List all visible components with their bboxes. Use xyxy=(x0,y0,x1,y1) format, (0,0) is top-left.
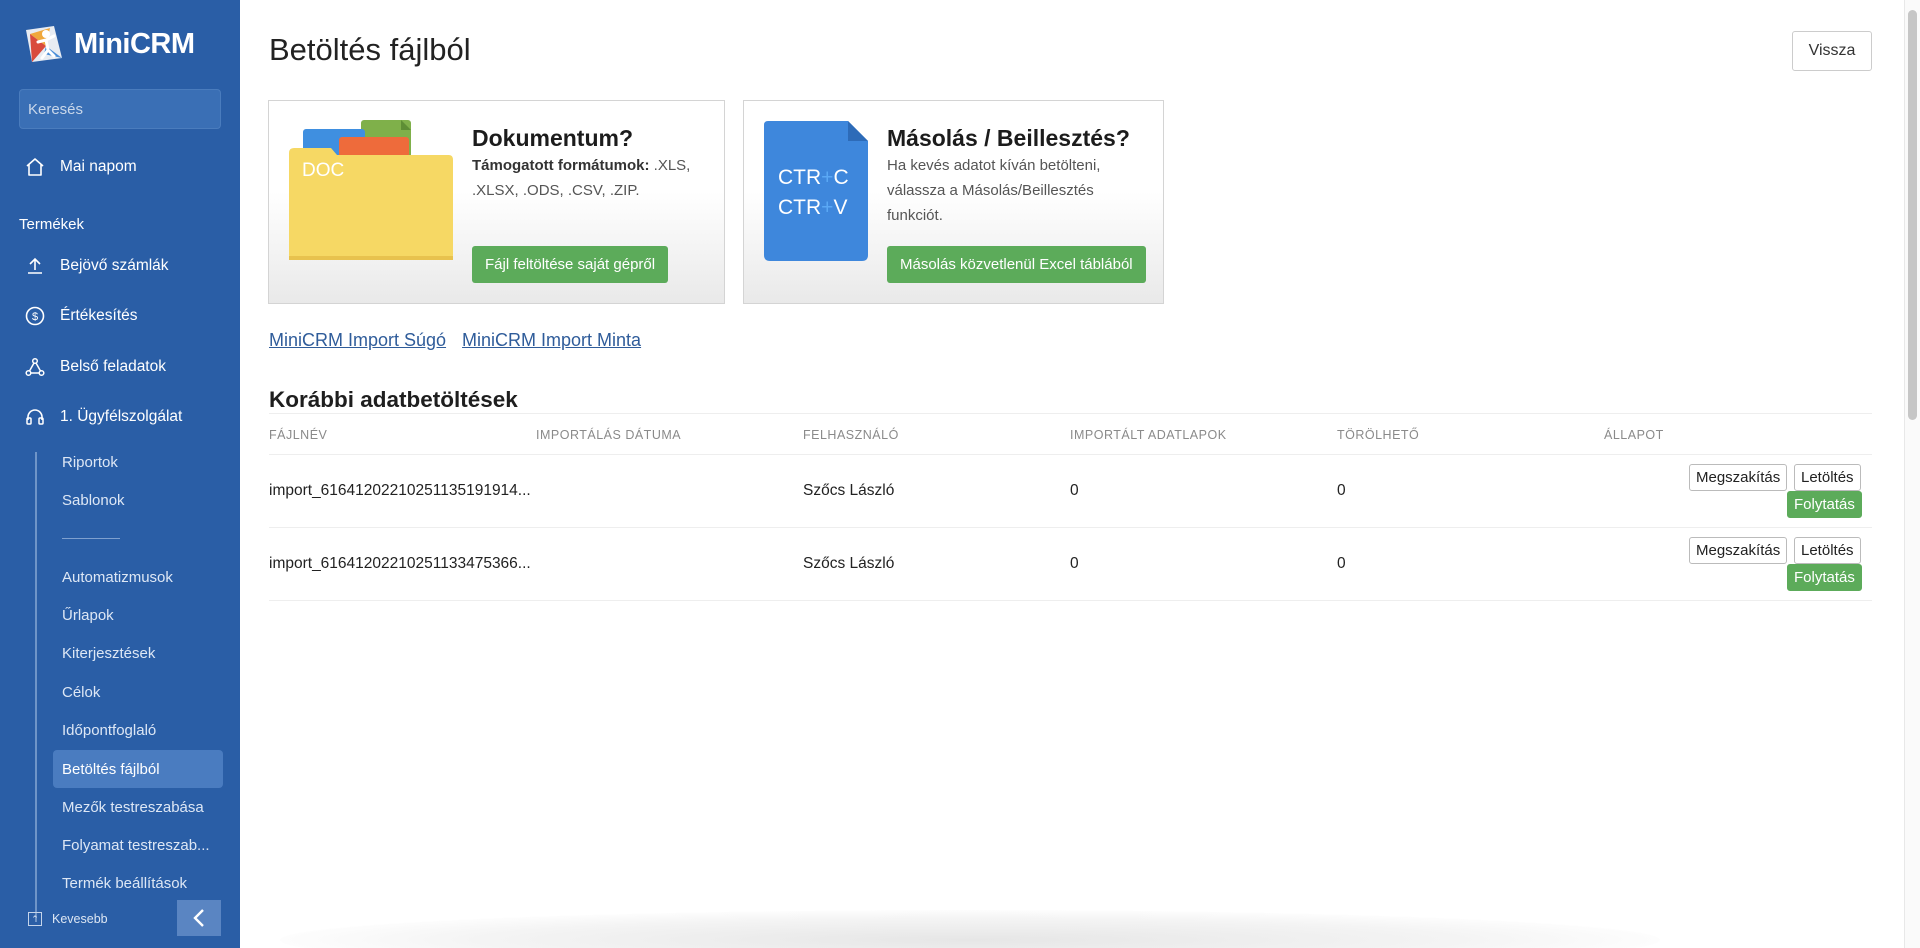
sub-item-kiterjesztesek[interactable]: Kiterjesztések xyxy=(53,634,223,672)
sub-item-urlapok[interactable]: Űrlapok xyxy=(53,596,223,634)
document-upload-card: DOC Dokumentum? Támogatott formátumok: .… xyxy=(268,100,725,304)
sub-item-mezok-testreszabasa[interactable]: Mezők testreszabása xyxy=(53,788,223,826)
sidebar: MiniCRM Mai napom Termékek Bejövő számlá… xyxy=(0,0,240,948)
scrollbar-thumb[interactable] xyxy=(1908,10,1917,420)
show-less-toggle[interactable]: ⌃ Kevesebb xyxy=(28,912,108,926)
collapse-sidebar-button[interactable] xyxy=(177,900,221,936)
logo-text: MiniCRM xyxy=(74,27,195,60)
table-header: FÁJLNÉV IMPORTÁLÁS DÁTUMA FELHASZNÁLÓ IM… xyxy=(269,413,1872,455)
column-header-import-date: IMPORTÁLÁS DÁTUMA xyxy=(536,428,682,442)
dollar-circle-icon: $ xyxy=(25,306,45,326)
ctrl-v-part2: V xyxy=(833,196,847,219)
nav-item-label: Belső feladatok xyxy=(60,358,166,375)
continue-import-button[interactable]: Folytatás xyxy=(1787,564,1862,591)
table-row: import_616412022102511351919​14... Szőcs… xyxy=(269,455,1872,528)
submenu-divider xyxy=(62,538,120,539)
headset-icon xyxy=(26,409,44,425)
cancel-import-button[interactable]: Megszakítás xyxy=(1689,464,1788,491)
column-header-imported-records: IMPORTÁLT ADATLAPOK xyxy=(1070,428,1227,442)
nav-item-label: Értékesítés xyxy=(60,307,138,324)
cell-user: Szőcs László xyxy=(803,482,895,499)
collapse-square-icon: ⌃ xyxy=(28,912,42,926)
nav-item-bejovo-szamlak[interactable]: Bejövő számlák xyxy=(24,251,169,281)
cell-filename: import_616412022102511351919​14... xyxy=(269,482,531,499)
svg-text:CTR+C: CTR+C xyxy=(778,166,849,189)
doc-icon-label: DOC xyxy=(302,160,344,181)
nav-item-ugyfelszolgalat[interactable]: 1. Ügyfélszolgálat xyxy=(24,402,182,432)
help-links: MiniCRM Import Súgó MiniCRM Import Minta xyxy=(269,330,641,351)
submenu-line xyxy=(35,452,37,922)
sub-item-riportok[interactable]: Riportok xyxy=(53,443,223,481)
column-header-status: ÁLLAPOT xyxy=(1604,428,1664,442)
download-import-button[interactable]: Letöltés xyxy=(1794,464,1861,491)
ctrl-c-v-icon: CTR+C CTR+V xyxy=(764,121,868,261)
previous-imports-title: Korábbi adatbetöltések xyxy=(269,387,518,412)
paste-from-excel-button[interactable]: Másolás közvetlenül Excel táblából xyxy=(887,246,1146,283)
column-header-deletable: TÖRÖLHETŐ xyxy=(1337,428,1420,442)
cancel-import-button[interactable]: Megszakítás xyxy=(1689,537,1788,564)
show-less-label: Kevesebb xyxy=(52,912,108,926)
sub-item-celok[interactable]: Célok xyxy=(53,673,223,711)
document-card-formats: Támogatott formátumok: .XLS, .XLSX, .ODS… xyxy=(472,153,712,203)
paste-card-title: Másolás / Beillesztés? xyxy=(887,125,1130,151)
nav-item-ertekesites[interactable]: $ Értékesítés xyxy=(24,301,138,331)
cell-imported-records: 0 xyxy=(1070,482,1079,499)
ctrl-c-plus: + xyxy=(821,166,833,189)
upload-file-button[interactable]: Fájl feltöltése saját gépről xyxy=(472,246,669,283)
ctrl-c-part1: CTR xyxy=(778,166,821,189)
upload-icon xyxy=(28,257,42,274)
nav-item-label: Bejövő számlák xyxy=(60,257,169,274)
import-help-link[interactable]: MiniCRM Import Súgó xyxy=(269,330,446,351)
section-label-termekek: Termékek xyxy=(19,216,85,233)
page-title: Betöltés fájlból xyxy=(269,32,471,67)
sub-item-termek-beallitasok[interactable]: Termék beállítások xyxy=(53,864,223,902)
cell-imported-records: 0 xyxy=(1070,555,1079,572)
search-box[interactable] xyxy=(19,89,227,129)
cell-filename: import_6164120221025113347536​6... xyxy=(269,555,531,572)
table-row: import_6164120221025113347536​6... Szőcs… xyxy=(269,528,1872,601)
sub-item-automatizmusok[interactable]: Automatizmusok xyxy=(53,558,223,596)
minicrm-logo-icon xyxy=(26,26,62,62)
nav-item-belso-feladatok[interactable]: Belső feladatok xyxy=(24,352,166,382)
search-input[interactable] xyxy=(28,100,227,118)
document-card-title: Dokumentum? xyxy=(472,125,633,151)
cell-deletable: 0 xyxy=(1337,482,1346,499)
imports-table: FÁJLNÉV IMPORTÁLÁS DÁTUMA FELHASZNÁLÓ IM… xyxy=(269,413,1872,601)
bottom-shadow-decoration xyxy=(280,910,1660,948)
paste-card-description: Ha kevés adatot kíván betölteni, válassz… xyxy=(887,157,1101,224)
network-icon xyxy=(25,357,45,377)
column-header-user: FELHASZNÁLÓ xyxy=(803,428,899,442)
sub-item-betoltes-fajlbol[interactable]: Betöltés fájlból xyxy=(53,750,223,788)
nav-item-mai-napom[interactable]: Mai napom xyxy=(24,152,137,182)
ctrl-v-part1: CTR xyxy=(778,196,821,219)
ctrl-v-plus: + xyxy=(821,196,833,219)
formats-label: Támogatott formátumok: xyxy=(472,157,650,174)
nav-item-label: 1. Ügyfélszolgálat xyxy=(60,408,183,425)
download-import-button[interactable]: Letöltés xyxy=(1794,537,1861,564)
svg-text:CTR+V: CTR+V xyxy=(778,196,847,219)
svg-text:$: $ xyxy=(32,311,38,323)
logo[interactable]: MiniCRM xyxy=(24,24,195,64)
sub-item-sablonok[interactable]: Sablonok xyxy=(53,481,223,519)
copy-paste-card: CTR+C CTR+V Másolás / Beillesztés? Ha ke… xyxy=(743,100,1164,304)
folder-doc-icon: DOC xyxy=(289,120,453,260)
ctrl-c-part2: C xyxy=(833,166,848,189)
chevron-left-icon xyxy=(193,909,204,927)
sub-item-idopontfoglalo[interactable]: Időpontfoglaló xyxy=(53,711,223,749)
nav-item-label: Mai napom xyxy=(60,158,137,175)
continue-import-button[interactable]: Folytatás xyxy=(1787,491,1862,518)
sub-item-folyamat-testreszabasa[interactable]: Folyamat testreszab... xyxy=(53,826,223,864)
home-icon xyxy=(26,158,44,176)
back-button[interactable]: Vissza xyxy=(1792,31,1872,71)
import-sample-link[interactable]: MiniCRM Import Minta xyxy=(462,330,641,351)
column-header-filename: FÁJLNÉV xyxy=(269,428,328,442)
main-content: Betöltés fájlból Vissza DOC Dokumentum? … xyxy=(240,0,1920,948)
cell-user: Szőcs László xyxy=(803,555,895,572)
cell-deletable: 0 xyxy=(1337,555,1346,572)
